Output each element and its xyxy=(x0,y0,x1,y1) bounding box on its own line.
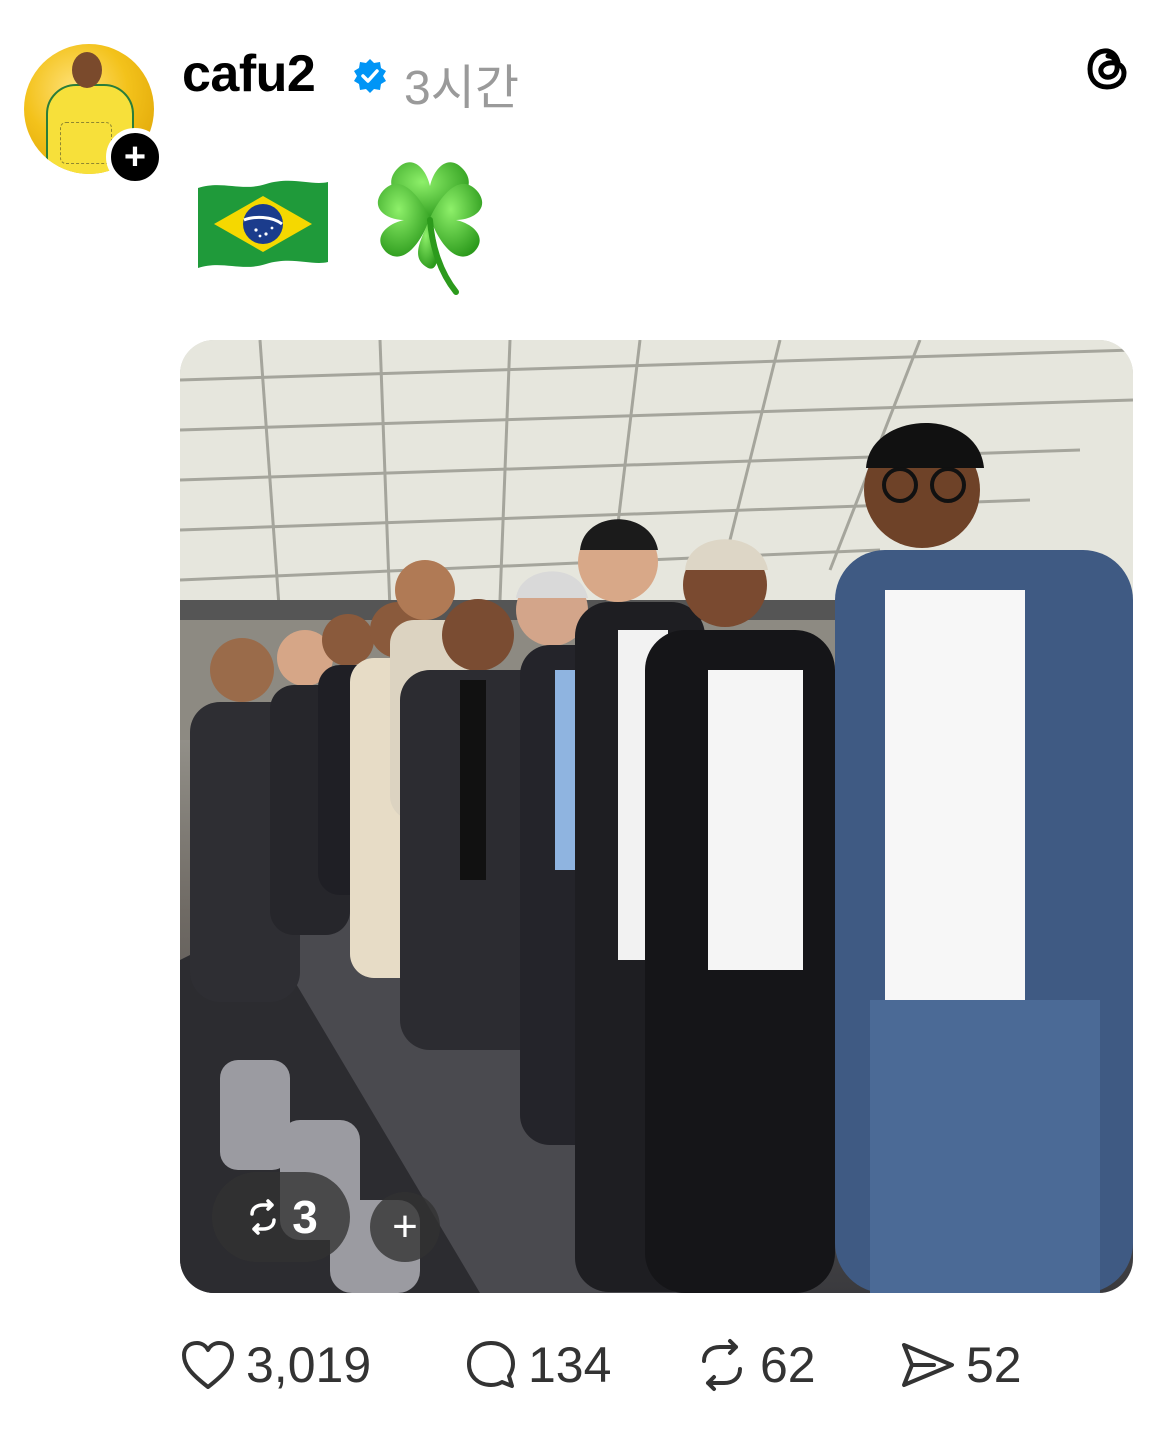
verified-badge-icon xyxy=(354,59,386,93)
repost-overlay-count: 3 xyxy=(292,1191,318,1243)
repost-count-overlay[interactable]: 3 xyxy=(212,1172,350,1262)
avatar-head xyxy=(72,52,102,88)
repost-button[interactable]: 62 xyxy=(694,1330,816,1400)
follow-plus-button[interactable]: + xyxy=(106,128,164,186)
repost-arrows-icon xyxy=(702,1339,742,1391)
like-button[interactable]: 3,019 xyxy=(180,1330,371,1400)
like-count: 3,019 xyxy=(246,1337,372,1393)
reply-button[interactable]: 134 xyxy=(464,1330,611,1400)
comment-bubble-icon xyxy=(467,1341,515,1388)
reply-count: 134 xyxy=(528,1337,612,1393)
send-paper-plane-icon xyxy=(902,1343,954,1387)
share-count: 52 xyxy=(966,1337,1022,1393)
heart-icon xyxy=(182,1341,234,1389)
threads-logo-icon[interactable] xyxy=(1082,42,1134,94)
avatar-shirt-print xyxy=(60,122,112,164)
post-username[interactable]: cafu2 xyxy=(182,44,316,104)
post-photo-illustration xyxy=(180,340,1133,1293)
repost-count: 62 xyxy=(760,1337,816,1393)
share-button[interactable]: 52 xyxy=(900,1330,1022,1400)
post-timestamp: 3시간 xyxy=(404,62,520,115)
repost-icon xyxy=(250,1199,276,1235)
four-leaf-clover-emoji xyxy=(377,162,483,295)
post-photo[interactable] xyxy=(180,340,1133,1293)
brazil-flag-emoji xyxy=(198,180,328,268)
add-to-post-button[interactable]: + xyxy=(370,1192,440,1262)
